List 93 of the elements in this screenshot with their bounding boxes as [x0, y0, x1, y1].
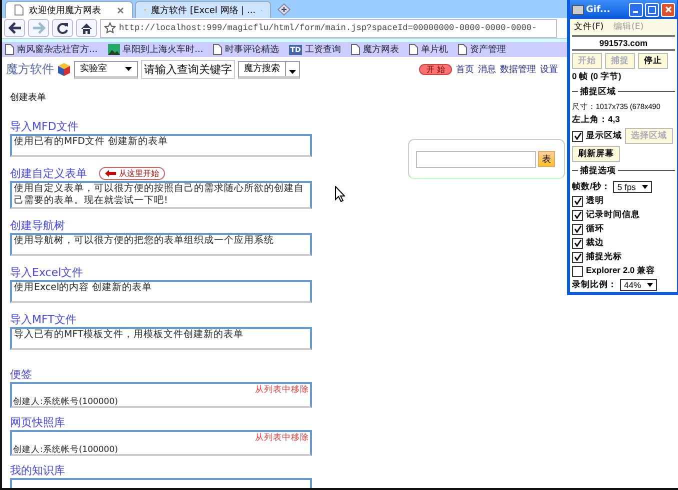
nav-link[interactable]: 首页: [456, 63, 474, 76]
checkbox-label: 显示区域: [586, 130, 622, 142]
remove-link[interactable]: 从列表中移除: [255, 384, 309, 396]
section-link[interactable]: 导入Excel文件: [10, 265, 84, 280]
nav-link[interactable]: 消息: [478, 63, 496, 76]
group-title: 捕捉区域: [578, 86, 618, 96]
maximize-button[interactable]: [645, 2, 659, 16]
search-field[interactable]: 请输入查询关键字: [141, 60, 235, 79]
nav-link[interactable]: 数据管理: [500, 63, 536, 76]
back-button[interactable]: [4, 19, 25, 37]
nav-link[interactable]: 设置: [540, 63, 558, 76]
bookmark-link[interactable]: 时事评论精选: [213, 43, 280, 56]
section-link[interactable]: 导入MFT文件: [10, 312, 76, 327]
home-icon: [80, 22, 93, 34]
forward-arrow-icon: [32, 22, 46, 34]
description-box: 导入已有的MFT模板文件，用模板文件创建新的表单: [10, 327, 312, 350]
scale-dropdown[interactable]: 44%: [620, 279, 658, 291]
new-tab-icon[interactable]: [277, 3, 291, 16]
checkbox[interactable]: [572, 210, 583, 220]
section-link[interactable]: 创建自定义表单: [10, 166, 87, 181]
frame-count: 0 帧 (0 字节): [572, 71, 622, 83]
corner-text: 左上角：4,3: [572, 114, 621, 126]
window-title: Gif...: [586, 4, 612, 14]
caret-icon: [125, 66, 132, 70]
page-icon: [350, 44, 360, 55]
page-icon: [458, 44, 467, 55]
checkbox[interactable]: [572, 266, 583, 276]
fps-dropdown[interactable]: 5 fps: [613, 181, 652, 193]
checkbox[interactable]: [572, 224, 583, 234]
browser-tab[interactable]: 欢迎使用魔方网表: [5, 1, 133, 18]
page-icon: [408, 44, 418, 55]
description-box: 使用Excel的内容 创建新的表单: [10, 280, 312, 303]
bookmark-link[interactable]: 阜阳到上海火车时...: [108, 43, 204, 56]
checkbox-label: Explorer 2.0 兼容: [586, 265, 656, 277]
caret-icon: [289, 70, 296, 74]
creator-text: 创建人:系统帐号(100000): [13, 396, 119, 408]
url-text: http://localhost:999/magicflu/html/form/main.jsp?spaceId=00000000-0000-0000-0000-: [119, 23, 537, 33]
checkbox[interactable]: [572, 196, 583, 206]
app-icon: [572, 4, 584, 14]
checkbox[interactable]: [572, 130, 583, 142]
mouse-pointer-icon: [335, 186, 345, 202]
widget-link[interactable]: 网页快照库: [10, 416, 65, 429]
widget-link[interactable]: 我的知识库: [10, 464, 65, 477]
page-icon: [213, 44, 222, 55]
description-box: 使用自定义表单，可以很方便的按照自己的需求随心所欲的创建自己需要的表单。现在就尝试一下吧!: [10, 181, 312, 209]
description-box: 使用导航树，可以很方便的把您的表单组织成一个应用系统: [10, 233, 312, 256]
category-dropdown[interactable]: 实验室: [74, 60, 138, 78]
checkbox[interactable]: [572, 252, 583, 262]
address-field[interactable]: http://localhost:999/magicflu/html/form/main.jsp?spaceId=00000000-0000-0000-0000-: [100, 18, 557, 38]
search-field[interactable]: [416, 150, 536, 168]
picture-icon: [108, 44, 120, 55]
fps-label: 帧数/秒：: [572, 181, 610, 193]
close-button[interactable]: [661, 2, 675, 16]
section-link[interactable]: 导入MFD文件: [10, 119, 78, 134]
checkbox-label: 捕捉光标: [586, 251, 622, 263]
callout-badge: 从这里开始: [99, 167, 165, 180]
checkbox[interactable]: [572, 238, 583, 248]
remove-link[interactable]: 从列表中移除: [255, 432, 309, 444]
refresh-button[interactable]: 刷新屏幕: [572, 146, 620, 162]
caret-icon: [642, 185, 648, 189]
checkbox-label: 透明: [586, 195, 604, 207]
recorder-button[interactable]: 停止: [638, 53, 668, 69]
widget-link[interactable]: 便签: [10, 368, 32, 381]
bookmark-link[interactable]: 南风窗杂志社官方...: [5, 43, 98, 56]
bookmark-link[interactable]: 单片机: [408, 43, 448, 56]
back-arrow-icon: [8, 22, 22, 34]
page-icon: [5, 44, 14, 55]
bookmark-link[interactable]: 资产管理: [458, 43, 506, 56]
checkbox-label: 记录时间信息: [586, 209, 640, 221]
bookmark-link[interactable]: 魔方网表: [350, 43, 399, 56]
group-title: 捕捉选项: [578, 165, 618, 175]
star-icon[interactable]: [104, 22, 116, 34]
menu-item[interactable]: 文件(F): [574, 21, 604, 33]
maximize-icon: [648, 6, 656, 14]
page-heading: 创建表单: [10, 92, 47, 104]
reload-button[interactable]: [52, 19, 73, 37]
page-icon: [14, 4, 24, 16]
minimize-button[interactable]: [629, 2, 643, 16]
scale-label: 录制比例：: [572, 279, 617, 291]
cube-icon: [57, 62, 71, 77]
checkbox-label: 裁边: [586, 237, 604, 249]
reload-icon: [56, 22, 69, 34]
site-label: 991573.com: [572, 35, 675, 51]
checkbox-label: 循环: [586, 223, 604, 235]
creator-text: 创建人:系统帐号(100000): [13, 444, 119, 456]
search-button[interactable]: 表: [538, 151, 555, 167]
start-button[interactable]: 开 始: [419, 64, 452, 75]
logo-text: 魔方软件: [6, 61, 54, 78]
description-box: 使用已有的MFD文件 创建新的表单: [10, 134, 312, 157]
section-link[interactable]: 创建导航树: [10, 218, 65, 233]
home-button[interactable]: [76, 19, 97, 37]
caret-icon: [647, 283, 654, 287]
browser-tab[interactable]: 魔方软件 [Excel 网络 | ...: [135, 1, 271, 18]
